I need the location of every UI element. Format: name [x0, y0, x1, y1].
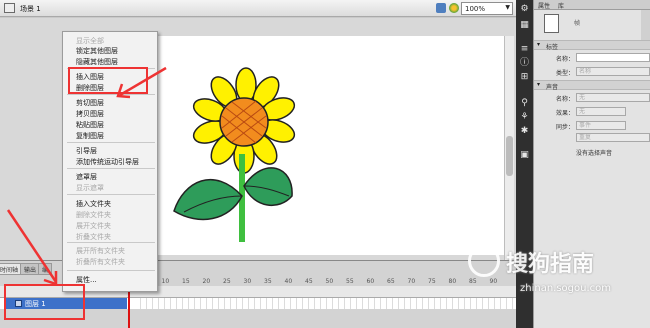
arrow-to-menu: [116, 66, 167, 99]
watermark-logo: [468, 245, 500, 277]
watermark-title: 搜狗指南: [506, 252, 595, 277]
watermark-url: zhinan.sogou.com: [520, 283, 612, 294]
watermark: 搜狗指南 zhinan.sogou.com: [468, 241, 650, 301]
arrow-to-layer: [6, 209, 58, 286]
